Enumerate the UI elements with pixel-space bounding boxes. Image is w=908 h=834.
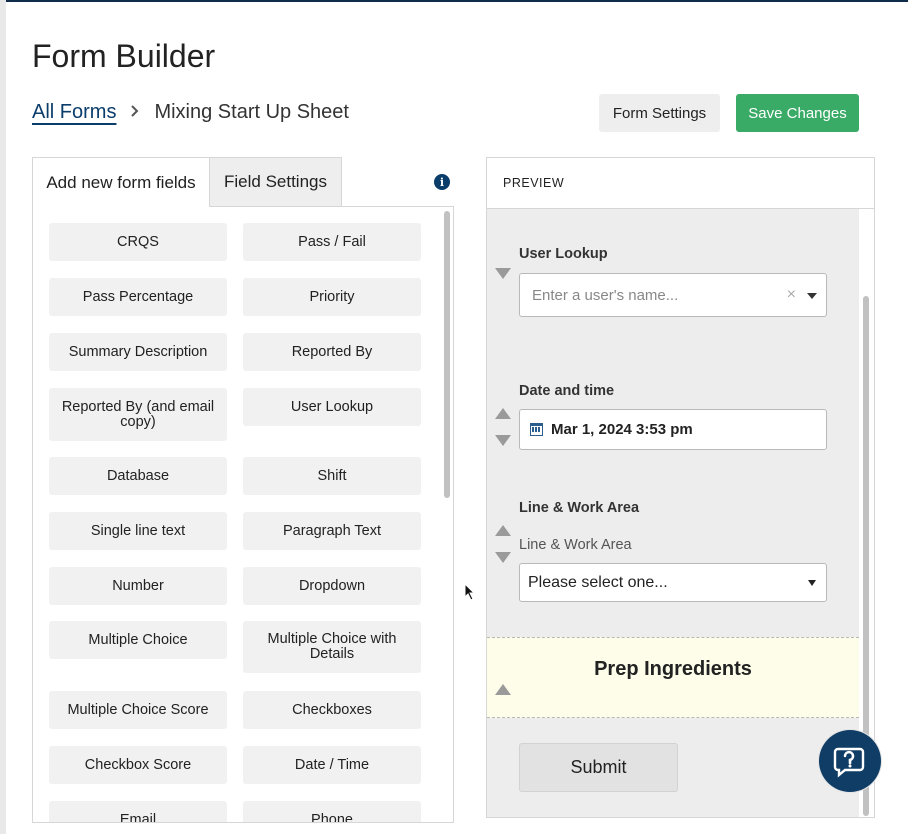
field-button[interactable]: Checkbox Score <box>49 746 227 784</box>
field-button[interactable]: Email <box>49 801 227 822</box>
field-button[interactable]: Paragraph Text <box>243 512 421 550</box>
help-icon[interactable] <box>819 730 881 792</box>
field-list-scrollbar[interactable] <box>444 211 450 816</box>
field-button[interactable]: Dropdown <box>243 567 421 605</box>
field-palette: Add new form fields Field Settings i CRQ… <box>32 157 454 823</box>
field-button[interactable]: Multiple Choice Score <box>49 691 227 729</box>
field-button[interactable]: Number <box>49 567 227 605</box>
section-block[interactable]: Prep Ingredients <box>487 637 859 718</box>
field-list: CRQS Pass / Fail Pass Percentage Priority Su… <box>32 206 454 823</box>
arrow-down-icon[interactable] <box>495 435 511 446</box>
preview-panel: PREVIEW User Lookup Enter a user's name.… <box>486 157 875 818</box>
line-work-area-sublabel: Line & Work Area <box>519 537 632 553</box>
save-changes-button[interactable]: Save Changes <box>736 94 859 132</box>
field-button[interactable]: Priority <box>243 278 421 316</box>
clear-icon[interactable]: × <box>787 286 796 304</box>
field-button[interactable]: Multiple Choice with Details <box>243 621 421 673</box>
field-button[interactable]: CRQS <box>49 223 227 261</box>
page-title: Form Builder <box>32 38 216 74</box>
field-button[interactable]: Pass / Fail <box>243 223 421 261</box>
date-time-input[interactable]: Mar 1, 2024 3:53 pm <box>519 409 827 450</box>
arrow-up-icon[interactable] <box>495 684 511 695</box>
field-button[interactable]: Phone <box>243 801 421 822</box>
field-button[interactable]: Checkboxes <box>243 691 421 729</box>
line-work-area-select[interactable]: Please select one... <box>519 563 827 602</box>
chevron-right-icon <box>130 102 140 123</box>
preview-body: User Lookup Enter a user's name... × Dat… <box>487 209 859 817</box>
help-button[interactable] <box>818 729 882 793</box>
top-border <box>6 0 908 2</box>
section-title: Prep Ingredients <box>594 658 752 680</box>
line-work-area-label: Line & Work Area <box>519 500 640 516</box>
field-button[interactable]: Database <box>49 457 227 495</box>
date-time-label: Date and time <box>519 383 615 399</box>
field-button[interactable]: Reported By <box>243 333 421 371</box>
caret-down-icon[interactable] <box>807 293 817 299</box>
date-time-value: Mar 1, 2024 3:53 pm <box>551 421 693 438</box>
tab-add-fields[interactable]: Add new form fields <box>32 157 210 207</box>
arrow-down-icon[interactable] <box>495 268 511 279</box>
field-button[interactable]: Summary Description <box>49 333 227 371</box>
arrow-down-icon[interactable] <box>495 552 511 563</box>
field-button[interactable]: Single line text <box>49 512 227 550</box>
user-lookup-label: User Lookup <box>519 246 608 262</box>
arrow-up-icon[interactable] <box>495 525 511 536</box>
field-button[interactable]: Pass Percentage <box>49 278 227 316</box>
breadcrumb-current: Mixing Start Up Sheet <box>154 101 349 123</box>
user-lookup-placeholder: Enter a user's name... <box>532 286 679 304</box>
field-list-scroll-thumb[interactable] <box>444 211 450 498</box>
info-icon[interactable]: i <box>434 174 450 190</box>
breadcrumb: All Forms Mixing Start Up Sheet <box>32 101 349 124</box>
field-button[interactable]: Date / Time <box>243 746 421 784</box>
form-settings-button[interactable]: Form Settings <box>599 94 720 132</box>
user-lookup-input[interactable]: Enter a user's name... × <box>519 273 827 317</box>
field-button[interactable]: Shift <box>243 457 421 495</box>
preview-header: PREVIEW <box>487 158 874 209</box>
caret-down-icon <box>808 580 816 586</box>
arrow-up-icon[interactable] <box>495 408 511 419</box>
tab-field-settings[interactable]: Field Settings <box>210 157 342 207</box>
field-button[interactable]: Multiple Choice <box>49 621 227 659</box>
field-button[interactable]: User Lookup <box>243 388 421 426</box>
field-button[interactable]: Reported By (and email copy) <box>49 388 227 441</box>
page: Form Builder All Forms Mixing Start Up S… <box>0 0 908 834</box>
mouse-cursor-icon <box>464 582 476 606</box>
submit-button[interactable]: Submit <box>519 743 678 792</box>
calendar-icon <box>530 423 543 436</box>
select-value: Please select one... <box>528 573 668 591</box>
breadcrumb-all-forms[interactable]: All Forms <box>32 101 116 124</box>
